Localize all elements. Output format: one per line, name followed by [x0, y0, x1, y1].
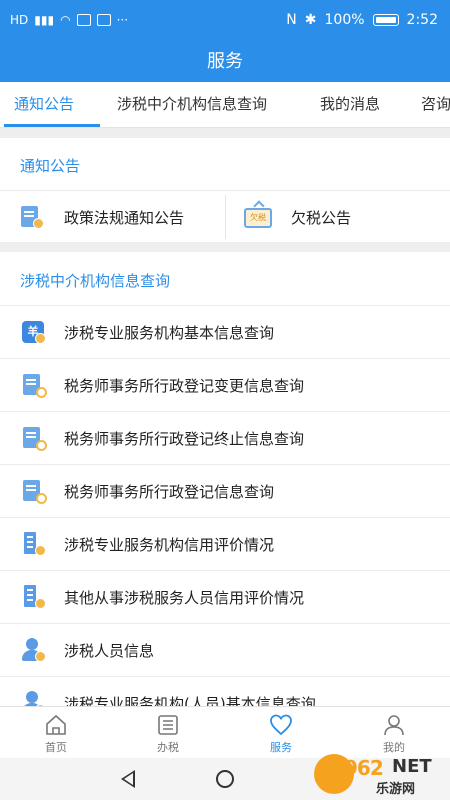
building-credit-icon: [20, 531, 46, 557]
watermark-number: 962: [344, 756, 384, 780]
tab-active-indicator: [4, 124, 100, 127]
nav-service[interactable]: 服务: [241, 707, 321, 759]
document-star-icon: [18, 204, 44, 230]
notice-item-tax-arrears[interactable]: 欠税 欠税公告: [243, 191, 443, 243]
home-icon: [46, 714, 66, 735]
list-item[interactable]: 涉税人员信息: [0, 623, 450, 676]
notice-section-title: 通知公告: [20, 157, 81, 175]
hd-label: HD: [10, 13, 29, 27]
status-right: N ✱ 100% 2:52: [286, 12, 438, 28]
document-search-icon: [20, 372, 47, 398]
person-icon: [20, 637, 46, 663]
wifi-icon: ◠: [60, 13, 71, 27]
list-item[interactable]: 其他从事涉税服务人员信用评价情况: [0, 570, 450, 623]
tab-my-messages[interactable]: 我的消息: [320, 82, 380, 127]
notification-icon: [76, 14, 91, 26]
tab-consult[interactable]: 咨询: [421, 82, 450, 127]
page-title: 服务: [0, 44, 450, 82]
tab-notices[interactable]: 通知公告: [14, 82, 74, 127]
agency-info-icon: 羊: [20, 319, 46, 345]
list-item[interactable]: 税务师事务所行政登记终止信息查询: [0, 411, 450, 464]
document-search-icon: [20, 425, 47, 451]
clock: 2:52: [406, 12, 438, 28]
bottom-nav: 首页 办税 服务 我的: [0, 706, 450, 758]
nav-home[interactable]: 首页: [16, 707, 96, 759]
section-divider: [0, 128, 450, 138]
list-icon: [158, 715, 178, 735]
building-credit-icon: [20, 584, 46, 610]
bluetooth-icon: ✱: [304, 12, 317, 28]
watermark-site: 乐游网: [376, 782, 416, 797]
battery-icon: [372, 14, 399, 26]
battery-percent: 100%: [324, 12, 365, 28]
section-divider: [0, 242, 450, 252]
user-icon: [384, 715, 404, 736]
notice-item-policy[interactable]: 政策法规通知公告: [18, 191, 223, 243]
back-icon[interactable]: [121, 770, 135, 788]
watermark-net: NET: [392, 756, 432, 777]
list-item[interactable]: 税务师事务所行政登记信息查询: [0, 464, 450, 517]
tab-bar: 通知公告 涉税中介机构信息查询 我的消息 咨询: [0, 82, 450, 128]
home-circle-icon[interactable]: [216, 770, 234, 788]
nav-tax[interactable]: 办税: [128, 707, 208, 759]
status-bar: HD ▮▮▮ ◠ ··· N ✱ 100% 2:52: [0, 0, 450, 44]
notice-grid: 政策法规通知公告 欠税 欠税公告: [0, 190, 450, 242]
list-item[interactable]: 涉税专业服务机构信用评价情况: [0, 517, 450, 570]
signal-icon: ▮▮▮: [34, 13, 55, 27]
query-section-title: 涉税中介机构信息查询: [20, 272, 171, 290]
tab-agency-query[interactable]: 涉税中介机构信息查询: [117, 82, 267, 127]
status-left: HD ▮▮▮ ◠ ···: [10, 13, 128, 27]
nfc-icon: N: [286, 12, 297, 28]
more-icon: ···: [116, 13, 129, 27]
document-search-icon: [20, 478, 47, 504]
notice-item-label: 欠税公告: [291, 208, 352, 227]
list-item[interactable]: 羊 涉税专业服务机构基本信息查询: [0, 305, 450, 358]
tax-arrears-sign-icon: 欠税: [243, 204, 273, 230]
notice-item-label: 政策法规通知公告: [64, 208, 185, 227]
site-watermark: 962 NET 乐游网: [314, 752, 446, 797]
heart-icon: [270, 714, 292, 736]
grid-divider: [225, 195, 226, 239]
list-item[interactable]: 税务师事务所行政登记变更信息查询: [0, 358, 450, 411]
app-icon: [96, 14, 111, 26]
